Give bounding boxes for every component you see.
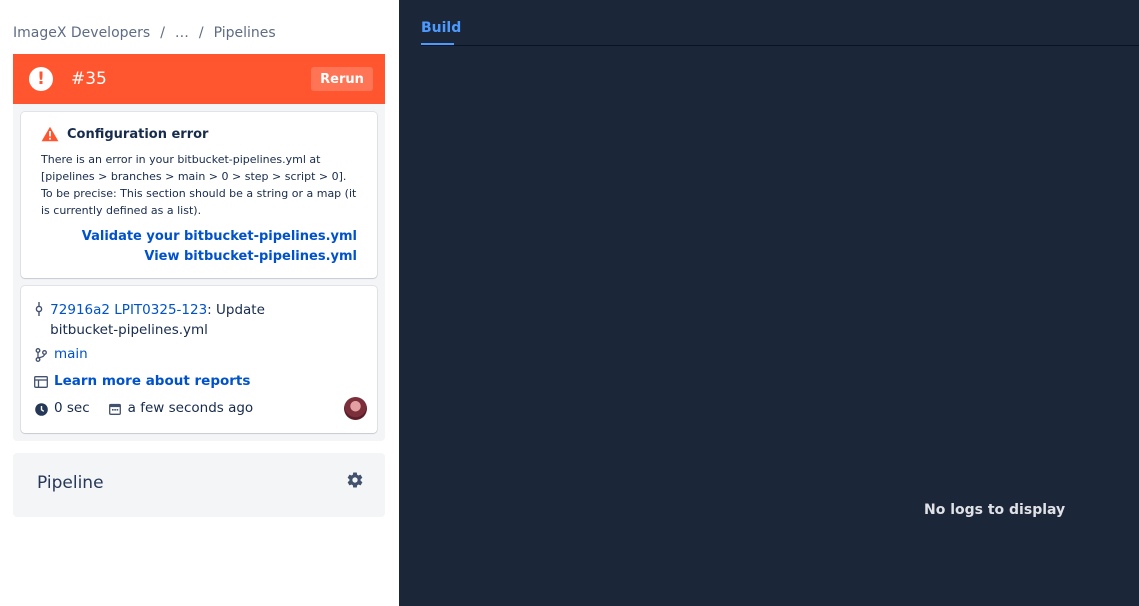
- configuration-error-card: Configuration error There is an error in…: [21, 112, 377, 278]
- empty-logs-message: No logs to display: [924, 502, 1066, 518]
- build-sidebar: ImageX Developers / … / Pipelines ! #35 …: [0, 0, 399, 606]
- rerun-button[interactable]: Rerun: [311, 67, 373, 91]
- gear-icon[interactable]: [346, 471, 364, 489]
- active-tab-indicator: [421, 43, 454, 45]
- issue-link[interactable]: LPIT0325-123: [114, 302, 207, 318]
- pipeline-section: Pipeline: [13, 453, 385, 517]
- breadcrumb-separator: /: [198, 25, 204, 41]
- breadcrumb-item-workspace[interactable]: ImageX Developers: [13, 24, 150, 42]
- branch-icon: [34, 348, 48, 362]
- build-info-card: 72916a2 LPIT0325-123: Update bitbucket-p…: [21, 286, 377, 433]
- error-message: There is an error in your bitbucket-pipe…: [41, 153, 357, 217]
- tab-build[interactable]: Build: [421, 20, 461, 36]
- breadcrumb-separator: /: [160, 25, 165, 41]
- commit-row: 72916a2 LPIT0325-123: Update bitbucket-p…: [34, 300, 324, 340]
- build-status-header: ! #35 Rerun: [13, 54, 385, 104]
- warning-icon: [41, 126, 59, 142]
- commit-hash-link[interactable]: 72916a2: [50, 302, 110, 318]
- avatar[interactable]: [344, 397, 367, 420]
- error-heading: Configuration error: [41, 126, 208, 142]
- commit-icon: [34, 302, 44, 316]
- reports-row: Learn more about reports: [34, 373, 250, 389]
- learn-reports-link[interactable]: Learn more about reports: [54, 373, 250, 389]
- time-ago: a few seconds ago: [127, 400, 254, 416]
- build-details-panel: Configuration error There is an error in…: [13, 104, 385, 441]
- breadcrumb: ImageX Developers / … / Pipelines: [13, 24, 276, 42]
- breadcrumb-item-ellipsis[interactable]: …: [175, 24, 189, 42]
- calendar-icon: [108, 402, 122, 416]
- validate-yml-link[interactable]: Validate your bitbucket-pipelines.yml: [82, 229, 357, 244]
- timing-row: 0 sec a few seconds ago: [34, 400, 253, 416]
- clock-icon: [34, 402, 48, 416]
- breadcrumb-item-pipelines[interactable]: Pipelines: [214, 24, 276, 42]
- commit-text: 72916a2 LPIT0325-123: Update bitbucket-p…: [50, 300, 324, 340]
- build-number: #35: [71, 69, 107, 89]
- branch-link[interactable]: main: [54, 346, 88, 362]
- error-title: Configuration error: [67, 126, 209, 142]
- reports-icon: [34, 375, 48, 389]
- tab-divider: [421, 45, 1139, 46]
- logs-panel: Build No logs to display: [399, 0, 1139, 606]
- duration: 0 sec: [54, 400, 90, 416]
- branch-row: main: [34, 346, 88, 362]
- pipeline-title: Pipeline: [37, 473, 104, 493]
- error-icon: !: [29, 67, 53, 91]
- view-yml-link[interactable]: View bitbucket-pipelines.yml: [144, 249, 357, 264]
